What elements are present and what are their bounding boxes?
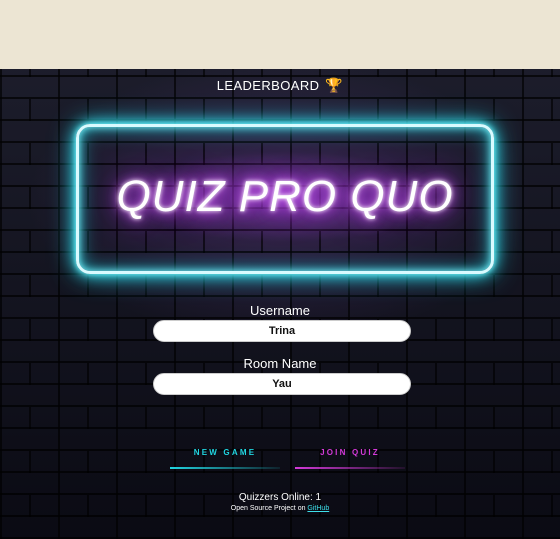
room-name-label: Room Name bbox=[243, 356, 317, 371]
new-game-underline bbox=[170, 467, 280, 469]
join-quiz-button[interactable]: JOIN QUIZ bbox=[295, 444, 405, 469]
online-count: Quizzers Online: 1 bbox=[238, 492, 322, 503]
join-quiz-underline bbox=[295, 467, 405, 469]
app-title: QUIZ PRO QUO bbox=[116, 172, 454, 221]
neon-sign-frame: QUIZ PRO QUO bbox=[76, 124, 494, 274]
username-label: Username bbox=[250, 303, 310, 318]
leaderboard-link[interactable]: LEADERBOARD 🏆 bbox=[0, 77, 560, 94]
trophy-icon: 🏆 bbox=[325, 77, 344, 93]
join-quiz-label: JOIN QUIZ bbox=[320, 448, 380, 457]
leaderboard-label: LEADERBOARD bbox=[216, 78, 320, 93]
open-source-note: Open Source Project on GitHub bbox=[230, 505, 330, 512]
room-name-input[interactable] bbox=[153, 373, 411, 395]
new-game-button[interactable]: NEW GAME bbox=[170, 444, 280, 469]
top-background-band bbox=[0, 0, 560, 69]
github-link[interactable]: GitHub bbox=[307, 505, 329, 512]
brick-wall-stage: LEADERBOARD 🏆 QUIZ PRO QUO Username Room … bbox=[0, 69, 560, 539]
footer: Quizzers Online: 1 Open Source Project o… bbox=[0, 492, 560, 512]
username-input[interactable] bbox=[153, 320, 411, 342]
new-game-label: NEW GAME bbox=[193, 448, 257, 457]
